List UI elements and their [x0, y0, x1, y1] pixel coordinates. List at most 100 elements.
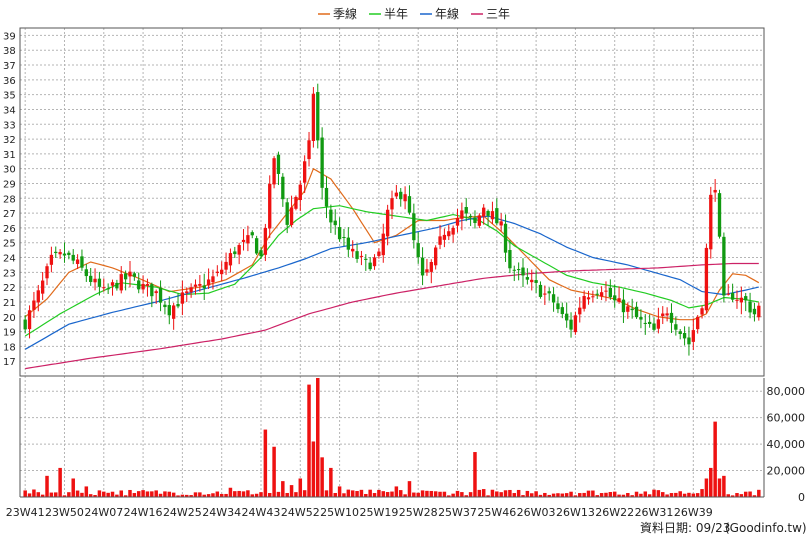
volume-bar	[743, 491, 748, 497]
time-tick-label: 23W41	[6, 506, 45, 519]
candle-body	[215, 271, 219, 274]
candle-body	[551, 294, 556, 303]
candle-body	[71, 254, 75, 261]
volume-bar	[276, 491, 281, 497]
candle-body	[573, 315, 578, 333]
candle-body	[263, 227, 268, 255]
volume-bar	[372, 493, 377, 497]
volume-bar	[75, 490, 80, 497]
volume-bar	[429, 490, 434, 497]
volume-bar	[211, 493, 215, 497]
time-tick-label: 24W25	[163, 506, 202, 519]
volume-bar	[608, 492, 613, 497]
volume-bar	[704, 478, 709, 497]
volume-bar	[381, 491, 386, 497]
candle-body	[434, 247, 438, 266]
volume-bar	[23, 490, 27, 497]
candle-body	[425, 269, 429, 273]
candle-body	[700, 308, 704, 315]
volume-tick-label: 80,000	[767, 385, 806, 398]
candle-body	[503, 223, 508, 253]
candle-body	[333, 220, 337, 226]
candle-body	[364, 258, 368, 260]
candle-body	[381, 233, 385, 256]
candle-body	[27, 310, 32, 330]
candle-body	[512, 269, 516, 271]
price-tick-label: 27	[3, 209, 16, 220]
price-tick-label: 34	[3, 105, 16, 116]
price-tick-label: 32	[3, 135, 16, 146]
volume-bar	[495, 491, 499, 497]
volume-bar	[136, 491, 141, 497]
volume-bar	[700, 489, 704, 497]
candle-body	[560, 307, 564, 315]
candle-body	[495, 208, 499, 224]
volume-bar	[582, 492, 586, 497]
volume-bar	[460, 492, 464, 497]
volume-bar	[503, 490, 508, 497]
volume-bar	[246, 490, 250, 497]
candle-body	[145, 284, 150, 286]
candle-body	[403, 194, 407, 202]
candle-body	[647, 321, 652, 325]
candle-body	[141, 283, 145, 290]
volume-bar	[333, 492, 337, 497]
candle-body	[639, 317, 643, 320]
volume-bar	[695, 493, 700, 497]
price-tick-label: 26	[3, 224, 16, 235]
volume-bar	[543, 492, 547, 497]
ma-line-三年	[25, 262, 759, 370]
volume-bar	[193, 492, 198, 497]
volume-bar	[198, 492, 202, 497]
candle-body	[137, 280, 141, 290]
candle-body	[281, 176, 285, 200]
candle-body	[630, 308, 634, 311]
volume-bar	[591, 490, 595, 497]
volume-bar	[102, 491, 106, 497]
candle-body	[324, 187, 329, 207]
volume-bar	[346, 489, 351, 497]
volume-bar	[71, 478, 75, 497]
candle-body	[429, 262, 433, 272]
legend-label: 半年	[384, 7, 408, 21]
candle-body	[460, 210, 464, 219]
volume-bar	[311, 441, 316, 497]
candle-body	[691, 330, 695, 342]
legend-label: 年線	[435, 6, 459, 21]
candle-body	[442, 234, 447, 240]
volume-bar	[49, 492, 54, 497]
candle-body	[185, 291, 189, 294]
grid-lines	[20, 28, 764, 498]
candle-body	[490, 211, 495, 220]
volume-bar	[757, 489, 761, 497]
candle-body	[285, 202, 289, 225]
volume-bar	[316, 378, 320, 497]
candlestick-chart: 17 18 19 20 21 22 23 24 25 26 27 28 29 30 31 32 33 34 35 36…	[0, 0, 808, 540]
candle-body	[198, 284, 202, 286]
candle-body	[656, 319, 661, 329]
volume-bar	[141, 490, 145, 497]
volume-bar	[438, 491, 442, 497]
volume-tick-label: 40,000	[767, 438, 806, 451]
volume-bar	[84, 486, 89, 497]
candle-body	[250, 232, 254, 236]
candle-body	[412, 213, 416, 241]
chart-canvas: 17 18 19 20 21 22 23 24 25 26 27 28 29 30 31 32 33 34 35 36…	[3, 6, 807, 535]
candle-body	[259, 250, 263, 257]
candle-body	[171, 305, 176, 319]
volume-bar	[289, 485, 294, 497]
volume-bar	[263, 429, 268, 497]
candle-body	[678, 331, 682, 335]
candle-body	[180, 292, 185, 304]
candle-body	[735, 299, 739, 301]
volume-bar	[643, 491, 648, 497]
candle-body	[486, 210, 490, 216]
candle-body	[595, 293, 599, 295]
candle-body	[717, 193, 722, 237]
price-tick-label: 29	[3, 179, 16, 190]
candle-body	[54, 251, 58, 254]
legend-label: 三年	[486, 7, 510, 21]
candle-body	[84, 269, 88, 277]
candle-body	[447, 231, 451, 237]
volume-bar	[267, 493, 272, 497]
